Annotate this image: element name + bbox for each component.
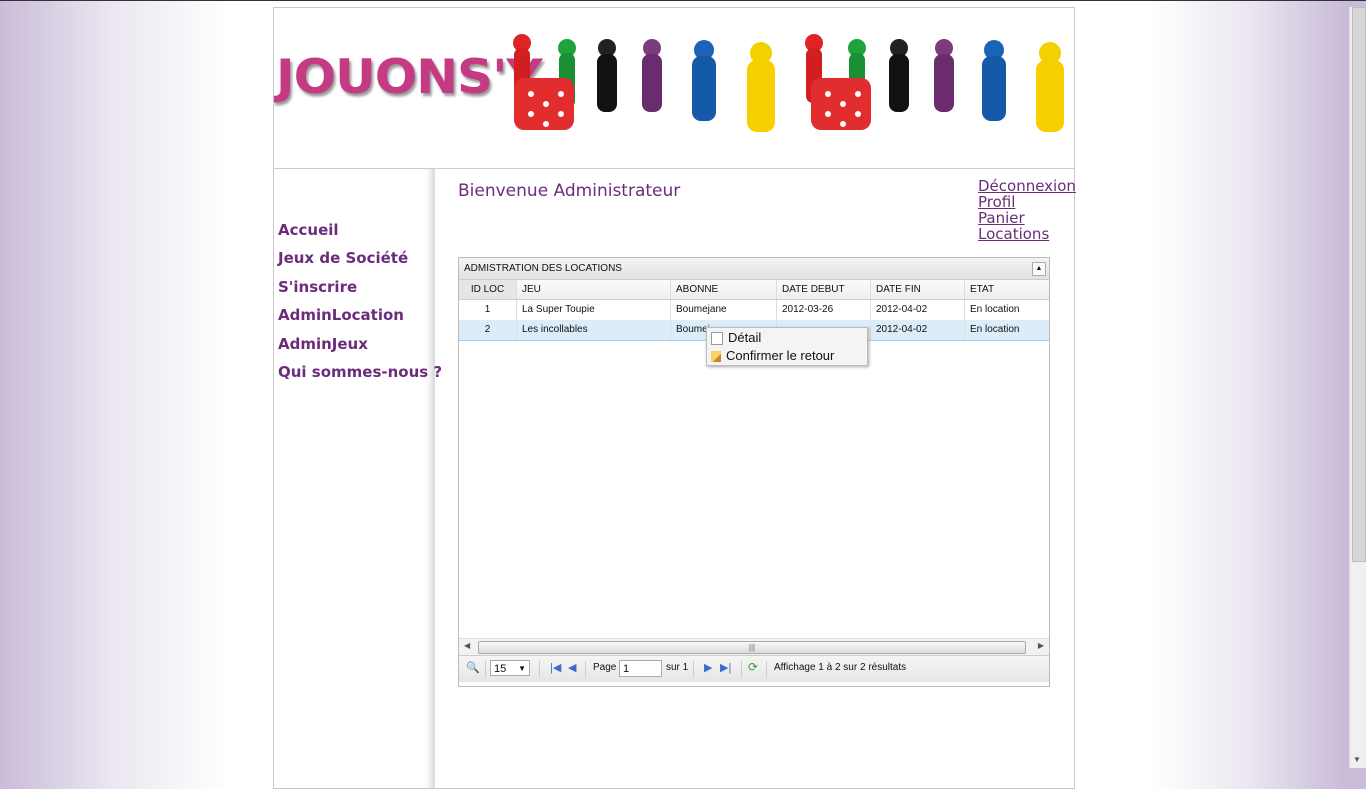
pager-separator (741, 661, 742, 677)
pawn-blue-2 (982, 40, 1006, 121)
last-page-icon[interactable]: ▶| (720, 661, 731, 674)
page-label: Page (593, 662, 617, 673)
previous-page-icon[interactable]: ◀ (568, 661, 576, 674)
board-game-pieces-image (513, 34, 1064, 132)
pawn-black-2 (889, 39, 909, 112)
nav-sinscrire[interactable]: S'inscrire (278, 278, 357, 296)
scroll-thumb[interactable]: ||| (478, 641, 1026, 654)
red-die (514, 78, 574, 130)
pager-summary: Affichage 1 à 2 sur 2 résultats (774, 662, 907, 673)
pawn-purple-2 (934, 39, 954, 112)
edit-pencil-icon (711, 351, 721, 363)
page-vertical-scrollbar[interactable]: ▼ (1349, 7, 1366, 768)
pawn-yellow-2 (1036, 42, 1064, 132)
grid-title: ADMISTRATION DES LOCATIONS (464, 263, 622, 274)
cell-jeu: La Super Toupie (517, 300, 671, 320)
col-header-etat[interactable]: ETAT (965, 280, 1049, 299)
pawn-yellow (747, 42, 775, 132)
col-header-date-debut[interactable]: DATE DEBUT (777, 280, 871, 299)
logout-link[interactable]: Déconnexion (978, 178, 1076, 194)
rows-per-page-select[interactable]: 15 ▼ (490, 660, 530, 676)
rentals-link[interactable]: Locations (978, 226, 1076, 242)
nav-jeux-de-societe[interactable]: Jeux de Société (278, 249, 408, 267)
rentals-grid: ADMISTRATION DES LOCATIONS ▲ ID LOC JEU … (458, 257, 1050, 687)
cell-id: 2 (459, 320, 517, 340)
page-scroll-thumb[interactable] (1352, 7, 1366, 562)
pawn-black (597, 39, 617, 112)
sidebar-nav: Accueil Jeux de Société S'inscrire Admin… (274, 169, 442, 789)
nav-adminjeux[interactable]: AdminJeux (278, 335, 368, 353)
nav-accueil[interactable]: Accueil (278, 221, 339, 239)
menu-item-detail[interactable]: Détail (711, 329, 761, 347)
user-links: Déconnexion Profil Panier Locations (978, 178, 1076, 242)
red-die-2 (811, 78, 871, 130)
row-context-menu: Détail Confirmer le retour (706, 327, 868, 366)
col-header-date-fin[interactable]: DATE FIN (871, 280, 965, 299)
pawn-blue (692, 40, 716, 121)
scroll-down-icon[interactable]: ▼ (1353, 755, 1361, 764)
cell-etat: En location (970, 324, 1020, 335)
grid-header-row: ID LOC JEU ABONNE DATE DEBUT DATE FIN ET… (459, 280, 1049, 300)
cell-etat: En location (970, 304, 1020, 315)
table-row[interactable]: 1 La Super Toupie Boumejane 2012-03-26 2… (459, 300, 1049, 321)
search-icon[interactable]: 🔍 (466, 661, 480, 674)
document-icon (711, 332, 723, 346)
top-border (0, 0, 1366, 1)
pawn-purple (642, 39, 662, 112)
profile-link[interactable]: Profil (978, 194, 1076, 210)
refresh-icon[interactable]: ⟳ (748, 660, 758, 674)
menu-item-confirm-return[interactable]: Confirmer le retour (711, 347, 834, 365)
grid-pager: 🔍 15 ▼ |◀ ◀ Page 1 sur 1 ▶ ▶| ⟳ Affichage… (459, 655, 1049, 682)
page-number-input[interactable]: 1 (619, 660, 662, 677)
cell-date-fin: 2012-04-02 (871, 320, 965, 340)
cell-abonne: Boumejane (671, 300, 777, 320)
pager-separator (693, 661, 694, 677)
collapse-icon[interactable]: ▲ (1032, 262, 1046, 276)
first-page-icon[interactable]: |◀ (550, 661, 561, 674)
pager-separator (766, 661, 767, 677)
col-header-jeu[interactable]: JEU (517, 280, 671, 299)
cell-id: 1 (459, 300, 517, 320)
banner: JOUONS'Y (274, 8, 1074, 169)
scroll-left-icon[interactable]: ◀ (464, 641, 470, 650)
cell-date-fin: 2012-04-02 (871, 300, 965, 320)
pager-separator (539, 661, 540, 677)
scroll-right-icon[interactable]: ▶ (1038, 641, 1044, 650)
nav-adminlocation[interactable]: AdminLocation (278, 306, 404, 324)
cart-link[interactable]: Panier (978, 210, 1076, 226)
col-header-id[interactable]: ID LOC (459, 280, 517, 299)
welcome-heading: Bienvenue Administrateur (458, 181, 681, 201)
cell-date-debut: 2012-03-26 (777, 300, 871, 320)
cell-jeu: Les incollables (517, 320, 671, 340)
pager-separator (585, 661, 586, 677)
pager-separator (485, 661, 486, 677)
page-total-label: sur 1 (666, 662, 689, 673)
chevron-down-icon: ▼ (518, 664, 526, 673)
col-header-abonne[interactable]: ABONNE (671, 280, 777, 299)
nav-qui-sommes-nous[interactable]: Qui sommes-nous ? (278, 363, 442, 381)
next-page-icon[interactable]: ▶ (704, 661, 712, 674)
horizontal-scrollbar[interactable]: ◀ ||| ▶ (459, 638, 1049, 655)
grid-title-bar: ADMISTRATION DES LOCATIONS ▲ (459, 258, 1049, 280)
